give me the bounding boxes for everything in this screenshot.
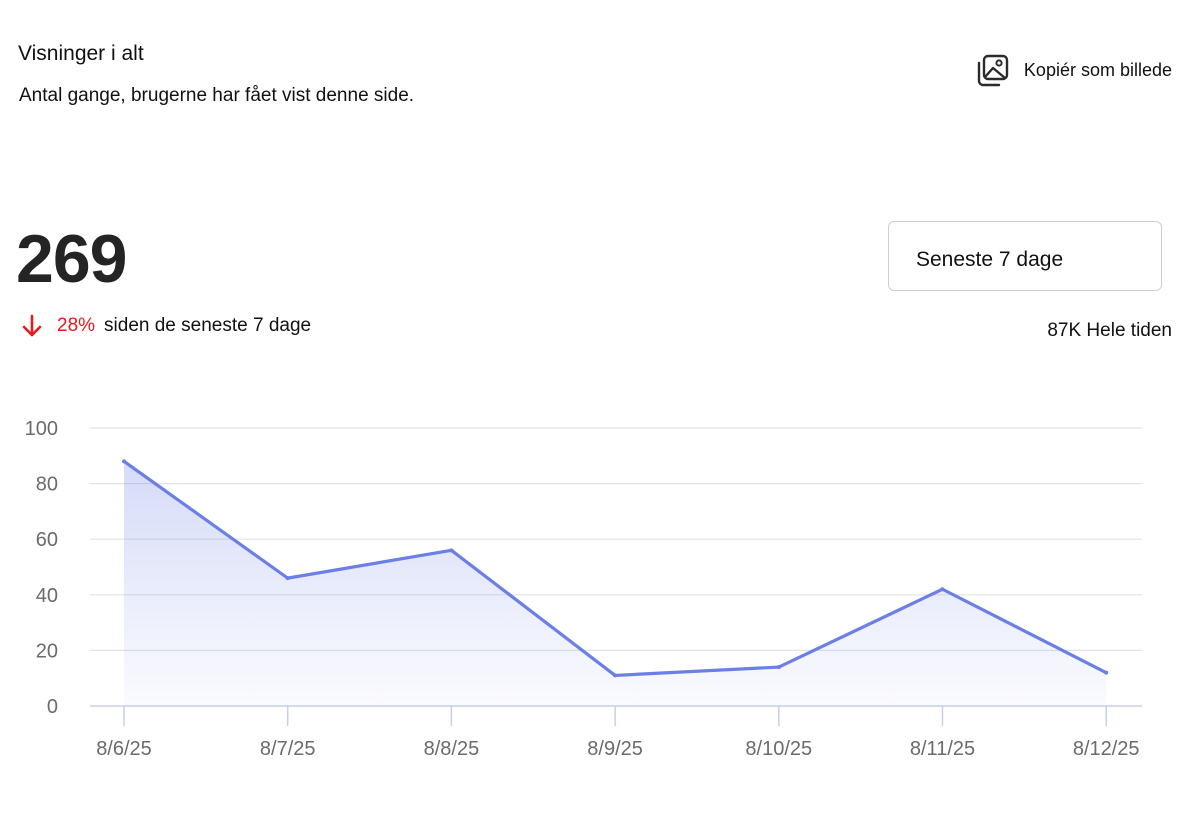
all-time-total: 87K Hele tiden — [1047, 320, 1172, 341]
data-point-8/8/25[interactable] — [449, 548, 454, 553]
x-tick-label: 8/6/25 — [96, 738, 152, 760]
y-tick-label: 60 — [36, 529, 58, 551]
data-point-8/9/25[interactable] — [613, 673, 618, 678]
trend-indicator: 28% siden de seneste 7 dage — [21, 314, 311, 338]
change-text: siden de seneste 7 dage — [104, 315, 312, 336]
data-point-8/7/25[interactable] — [285, 576, 290, 581]
x-tick-label: 8/9/25 — [587, 738, 643, 760]
series-area — [124, 461, 1107, 706]
y-tick-label: 80 — [36, 474, 58, 496]
x-tick-label: 8/8/25 — [424, 738, 480, 760]
y-tick-label: 100 — [25, 418, 58, 440]
data-point-8/12/25[interactable] — [1104, 670, 1109, 675]
y-tick-label: 0 — [47, 696, 58, 718]
x-tick-label: 8/11/25 — [910, 738, 975, 760]
arrow-down-icon — [22, 314, 42, 337]
y-tick-label: 40 — [36, 585, 58, 607]
image-copy-icon — [977, 54, 1009, 87]
y-tick-label: 20 — [36, 640, 58, 662]
data-point-8/10/25[interactable] — [776, 665, 781, 670]
total-views-value: 269 — [16, 221, 127, 297]
data-point-8/6/25[interactable] — [122, 459, 126, 464]
card-subtitle: Antal gange, brugerne har fået vist denn… — [19, 85, 415, 106]
date-range-selected-value: Seneste 7 dage — [916, 248, 1064, 271]
views-chart: 0 20 40 60 80 100 8/6/25 8/7/25 8/8/25 8/9/25 8/10… — [25, 418, 1142, 760]
x-tick-label: 8/7/25 — [260, 738, 316, 760]
card-title: Visninger i alt — [18, 42, 144, 65]
date-range-select[interactable]: Seneste 7 dage — [888, 221, 1162, 291]
copy-as-image-label: Kopiér som billede — [1023, 59, 1172, 80]
data-point-8/11/25[interactable] — [940, 587, 945, 592]
copy-as-image-button[interactable]: Kopiér som billede — [974, 52, 1172, 88]
x-tick-label: 8/12/25 — [1073, 738, 1140, 760]
x-tick-label: 8/10/25 — [745, 738, 812, 760]
change-percent: 28% — [57, 315, 96, 336]
